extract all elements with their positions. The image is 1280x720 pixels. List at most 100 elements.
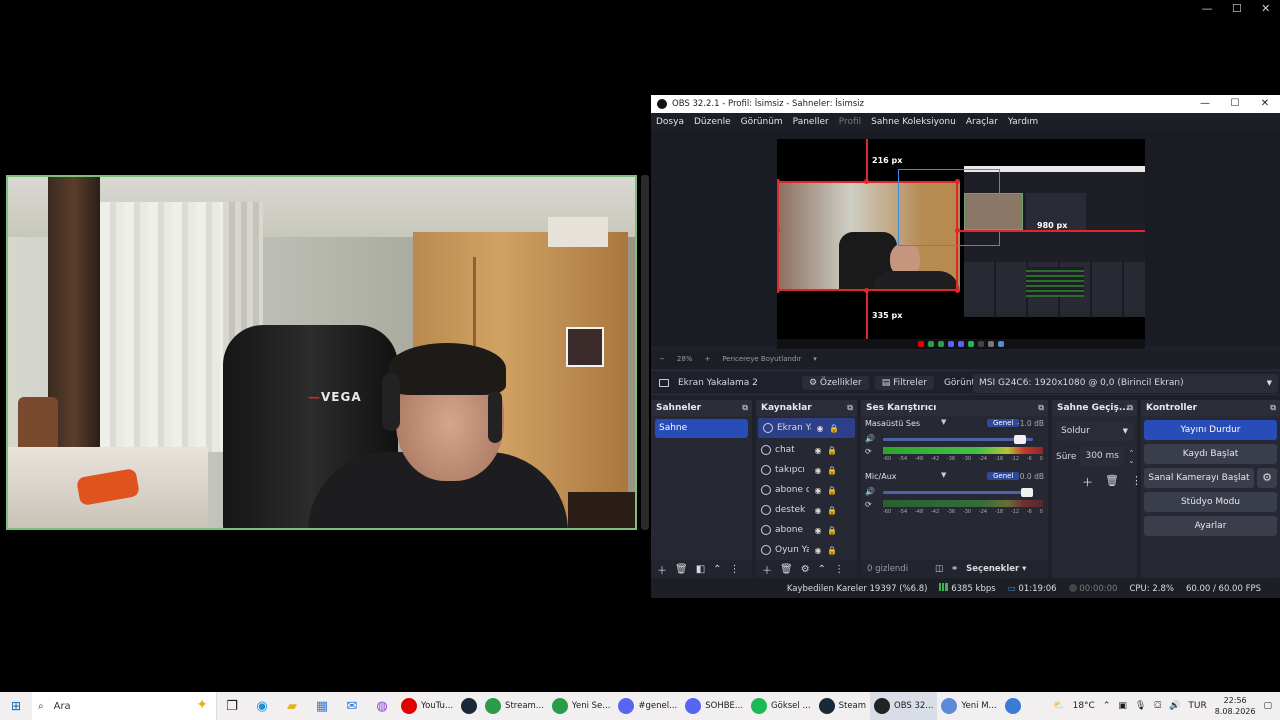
messenger-icon[interactable]: ◍ — [367, 699, 397, 714]
source-item[interactable]: chat ◉ 🔒 — [756, 440, 857, 460]
obs-minimize-icon[interactable]: — — [1190, 95, 1220, 113]
volume-slider[interactable] — [883, 488, 1033, 497]
resize-handle-t[interactable] — [864, 179, 869, 184]
zoom-out-button[interactable]: − — [659, 355, 665, 363]
taskbar-app[interactable]: YouTu... — [397, 692, 457, 720]
mute-icon[interactable]: ⟳ — [865, 500, 872, 509]
taskbar-app[interactable]: Yeni Se... — [548, 692, 614, 720]
menu-item-0[interactable]: Dosya — [656, 117, 684, 127]
more-icon[interactable]: ⋮ — [730, 564, 740, 575]
add-transition-icon[interactable]: ＋ — [1082, 474, 1093, 490]
menu-item-7[interactable]: Yardım — [1008, 117, 1038, 127]
eye-icon[interactable]: ◉ — [813, 546, 823, 555]
network-icon[interactable]: ⛋ — [1154, 701, 1161, 711]
mail-icon[interactable]: ✉ — [337, 699, 367, 714]
stop-streaming-button[interactable]: Yayını Durdur — [1144, 420, 1277, 440]
mixer-link-icon[interactable]: ⚭ — [951, 564, 958, 574]
resize-handle-bl[interactable] — [777, 288, 780, 293]
camera-icon[interactable]: ▣ — [1118, 701, 1127, 711]
notifications-icon[interactable]: ▢ — [1263, 701, 1272, 711]
gear-icon[interactable]: ⚙ — [1257, 468, 1277, 488]
channel-dropdown-icon[interactable]: ▼ — [941, 418, 946, 426]
weather-temp[interactable]: 18°C — [1073, 701, 1095, 711]
source-item[interactable]: takıpcı ◉ 🔒 — [756, 460, 857, 480]
settings-button[interactable]: Ayarlar — [1144, 516, 1277, 536]
weather-icon[interactable]: ⛅ — [1053, 701, 1064, 711]
volume-icon[interactable]: 🔊 — [1169, 701, 1180, 711]
duration-input[interactable]: 300 ms — [1080, 447, 1125, 466]
channel-dropdown-icon[interactable]: ▼ — [941, 471, 946, 479]
maximize-icon[interactable]: ☐ — [1232, 2, 1242, 15]
zoom-dropdown-button[interactable]: ▾ — [813, 355, 817, 363]
taskbar-app[interactable]: Göksel ... — [747, 692, 815, 720]
taskbar-app[interactable]: Steam — [815, 692, 870, 720]
obs-close-icon[interactable]: ✕ — [1250, 95, 1280, 113]
file-explorer-icon[interactable]: ▰ — [277, 699, 307, 714]
taskbar-app[interactable]: Stream... — [481, 692, 548, 720]
tray-overflow-icon[interactable]: ⌃ — [1103, 701, 1111, 711]
dock-float-icon[interactable]: ⧉ — [1270, 400, 1276, 416]
menu-item-2[interactable]: Görünüm — [741, 117, 783, 127]
start-virtual-camera-button[interactable]: Sanal Kamerayı Başlat — [1144, 468, 1254, 488]
lock-icon[interactable]: 🔒 — [827, 506, 837, 515]
preview-canvas[interactable]: 216 px 980 px 335 px — [777, 139, 1145, 349]
microphone-icon[interactable]: 🎙 — [1135, 701, 1146, 711]
taskbar-app[interactable] — [1001, 692, 1025, 720]
volume-slider-knob[interactable] — [1013, 435, 1026, 444]
more-icon[interactable]: ⋮ — [834, 564, 844, 575]
eye-icon[interactable]: ◉ — [813, 526, 823, 535]
menu-item-3[interactable]: Paneller — [793, 117, 829, 127]
taskbar-app[interactable] — [457, 692, 481, 720]
lock-icon[interactable]: 🔒 — [827, 546, 837, 555]
minimize-icon[interactable]: — — [1202, 2, 1213, 15]
source-settings-icon[interactable]: ⚙ — [801, 564, 810, 575]
channel-track-tag[interactable]: Genel — [987, 472, 1020, 480]
windows-start-icon[interactable]: ⊞ — [0, 699, 32, 713]
scene-item[interactable]: Sahne — [655, 419, 748, 438]
lock-icon[interactable]: 🔒 — [827, 466, 837, 475]
eye-icon[interactable]: ◉ — [813, 446, 823, 455]
scene-filter-icon[interactable]: ◧ — [696, 564, 705, 575]
close-icon[interactable]: ✕ — [1261, 2, 1270, 15]
zoom-in-button[interactable]: + — [704, 355, 710, 363]
eye-icon[interactable]: ◉ — [813, 506, 823, 515]
move-up-icon[interactable]: ⌃ — [713, 564, 721, 575]
lock-icon[interactable]: 🔒 — [829, 424, 839, 433]
eye-icon[interactable]: ◉ — [813, 486, 823, 495]
resize-handle-b[interactable] — [864, 288, 869, 293]
edge-icon[interactable]: ◉ — [247, 699, 277, 714]
mixer-options-button[interactable]: Seçenekler ▾ — [966, 564, 1026, 574]
clock[interactable]: 22:56 8.08.2026 — [1215, 695, 1256, 717]
obs-maximize-icon[interactable]: ☐ — [1220, 95, 1250, 113]
source-item[interactable]: Oyun Yakalama ◉ 🔒 — [756, 540, 857, 560]
resize-handle-br[interactable] — [955, 288, 960, 293]
mute-icon[interactable]: ⟳ — [865, 447, 872, 456]
filters-button[interactable]: ▤ Filtreler — [874, 375, 934, 390]
resize-handle-r[interactable] — [955, 228, 960, 233]
volume-icon[interactable]: 🔊 — [865, 434, 875, 443]
taskbar-app[interactable]: SOHBE... — [681, 692, 747, 720]
properties-button[interactable]: ⚙ Özellikler — [802, 375, 869, 390]
menu-item-1[interactable]: Düzenle — [694, 117, 731, 127]
volume-slider-knob[interactable] — [1021, 488, 1033, 497]
display-select[interactable]: MSI G24C6: 1920x1080 @ 0,0 (Birincil Ekr… — [973, 374, 1278, 393]
menu-item-4[interactable]: Profil — [839, 117, 861, 127]
obs-title-bar[interactable]: OBS 32.2.1 - Profil: İsimsiz - Sahneler:… — [651, 95, 1280, 113]
mixer-layout-icon[interactable]: ◫ — [935, 564, 943, 574]
add-scene-icon[interactable]: ＋ — [657, 562, 667, 577]
language-indicator[interactable]: TUR — [1188, 701, 1206, 711]
lock-icon[interactable]: 🔒 — [827, 446, 837, 455]
volume-slider[interactable] — [883, 435, 1033, 444]
add-source-icon[interactable]: ＋ — [762, 562, 772, 577]
source-item[interactable]: abone ◉ 🔒 — [756, 520, 857, 540]
dock-float-icon[interactable]: ⧉ — [742, 400, 748, 416]
source-item[interactable]: Ekran Yakalama 2 ◉ 🔒 — [758, 418, 855, 438]
taskbar-app[interactable]: #genel... — [614, 692, 681, 720]
resize-handle-tr[interactable] — [955, 179, 960, 184]
eye-icon[interactable]: ◉ — [813, 466, 823, 475]
store-icon[interactable]: ▦ — [307, 699, 337, 714]
dock-float-icon[interactable]: ⧉ — [847, 400, 853, 416]
eye-icon[interactable]: ◉ — [815, 424, 825, 433]
lock-icon[interactable]: 🔒 — [827, 526, 837, 535]
taskbar-app[interactable]: OBS 32... — [870, 692, 938, 720]
